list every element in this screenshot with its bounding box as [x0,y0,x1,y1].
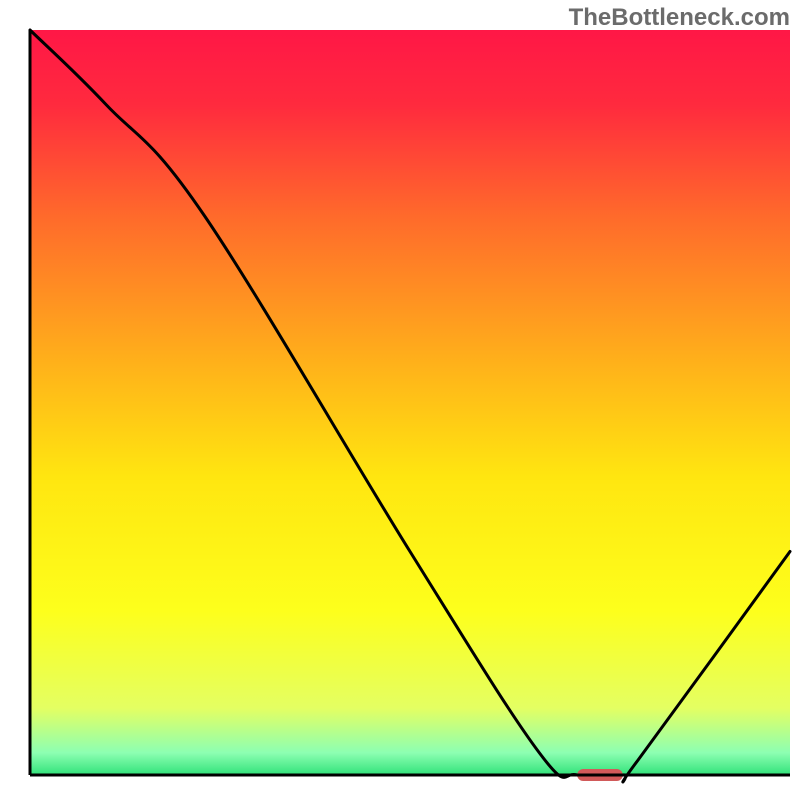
bottleneck-chart [0,0,800,800]
chart-container: TheBottleneck.com [0,0,800,800]
watermark-label: TheBottleneck.com [569,4,790,32]
